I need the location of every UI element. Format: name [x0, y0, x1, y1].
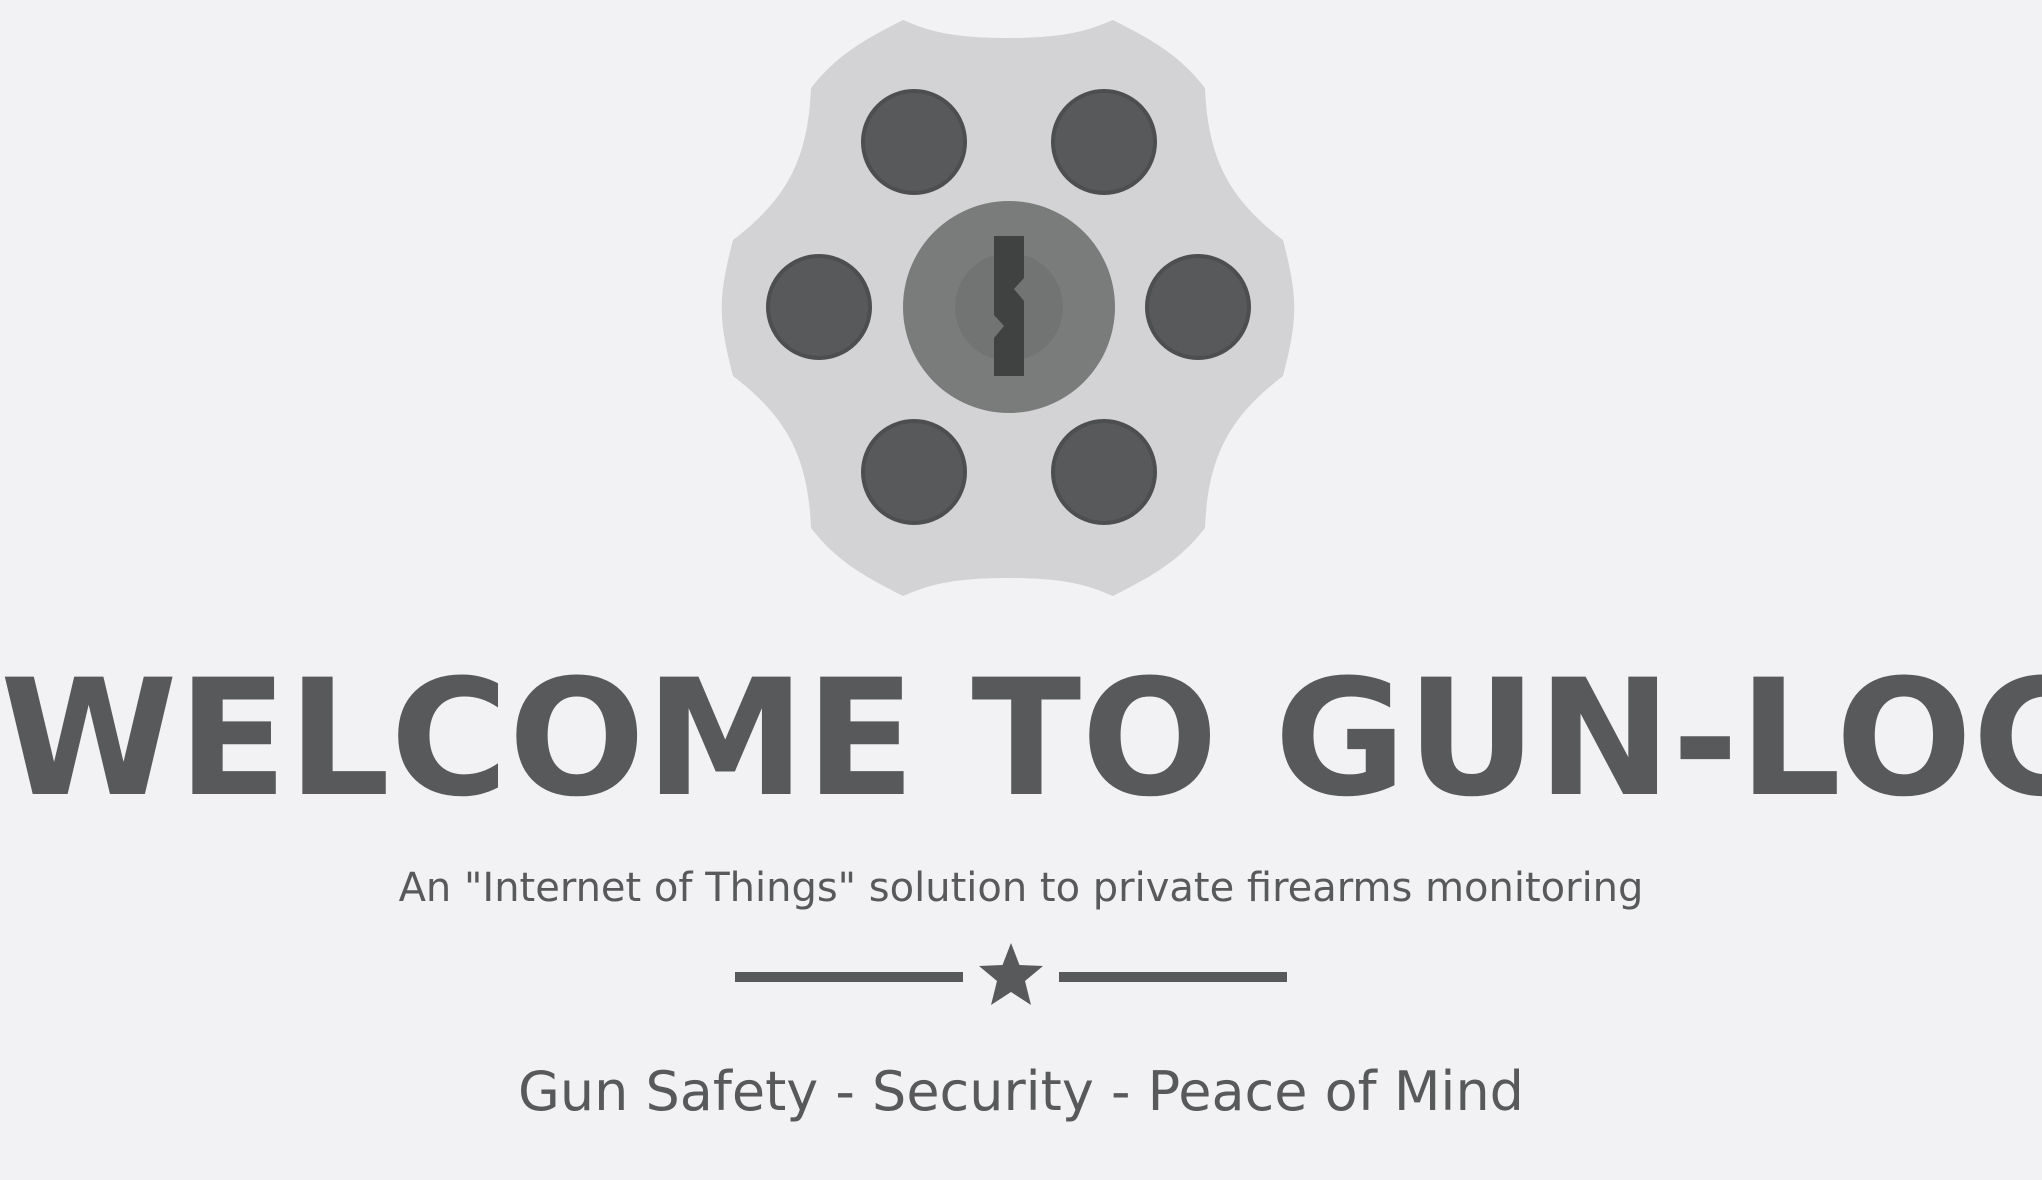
chamber-bottom-right: [1051, 419, 1157, 525]
chamber-right: [1145, 254, 1251, 360]
chamber-bottom-left: [861, 419, 967, 525]
page-subtitle: An "Internet of Things" solution to priv…: [398, 865, 1644, 911]
keyhole-icon: [994, 236, 1024, 376]
chamber-left: [766, 254, 872, 360]
chamber-top-right: [1051, 89, 1157, 195]
star-divider: [735, 936, 1287, 1018]
chamber-top-left: [861, 89, 967, 195]
gun-loc-logo: [708, 8, 1308, 608]
star-icon: [979, 943, 1043, 1005]
page-title: WELCOME TO GUN-LOC: [0, 645, 2042, 832]
revolver-cylinder-lock-icon: [721, 20, 1295, 596]
divider-line-left: [735, 972, 963, 982]
divider-line-right: [1059, 972, 1287, 982]
tagline: Gun Safety - Security - Peace of Mind: [518, 1060, 1524, 1123]
